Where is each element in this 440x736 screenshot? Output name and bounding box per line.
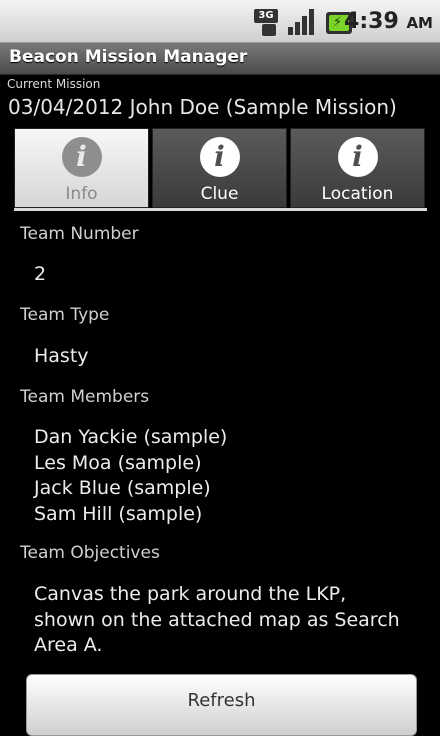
data-arrows-icon	[262, 24, 276, 36]
status-bar: 3G ⚡ 4:39 AM	[0, 0, 440, 43]
tab-location-label: Location	[321, 184, 394, 204]
team-member: Sam Hill (sample)	[34, 502, 203, 525]
team-member: Jack Blue (sample)	[34, 477, 211, 499]
tab-bar: i Info i Clue i Location	[14, 128, 427, 211]
team-members-label: Team Members	[20, 387, 150, 407]
team-member: Les Moa (sample)	[34, 451, 202, 474]
team-type-value: Hasty	[34, 345, 89, 367]
app-title-bar: Beacon Mission Manager	[0, 43, 440, 75]
refresh-button-label: Refresh	[187, 690, 256, 711]
tab-clue-label: Clue	[200, 184, 239, 204]
team-number-label: Team Number	[20, 224, 139, 244]
team-objectives-label: Team Objectives	[20, 543, 160, 563]
clock: 4:39 AM	[344, 9, 433, 34]
refresh-button[interactable]: Refresh	[26, 674, 417, 736]
network-3g-icon: 3G	[254, 9, 284, 37]
team-members-list: Dan Yackie (sample) Les Moa (sample) Jac…	[34, 425, 227, 527]
team-member: Dan Yackie (sample)	[34, 426, 228, 448]
mission-name: 03/04/2012 John Doe (Sample Mission)	[8, 95, 397, 119]
signal-strength-icon	[288, 9, 318, 35]
info-icon: i	[61, 137, 102, 177]
tab-info[interactable]: i Info	[14, 128, 149, 208]
info-icon: i	[337, 137, 378, 177]
info-icon: i	[199, 137, 240, 177]
team-type-label: Team Type	[20, 305, 110, 325]
tab-location[interactable]: i Location	[290, 128, 425, 208]
tab-info-label: Info	[65, 184, 98, 204]
tab-clue[interactable]: i Clue	[152, 128, 287, 208]
network-type-label: 3G	[254, 9, 278, 23]
team-number-value: 2	[34, 263, 47, 285]
current-mission-label: Current Mission	[7, 77, 101, 91]
team-objectives-text: Canvas the park around the LKP, shown on…	[34, 583, 400, 656]
app-title: Beacon Mission Manager	[9, 47, 248, 67]
tab-underline	[14, 208, 427, 211]
